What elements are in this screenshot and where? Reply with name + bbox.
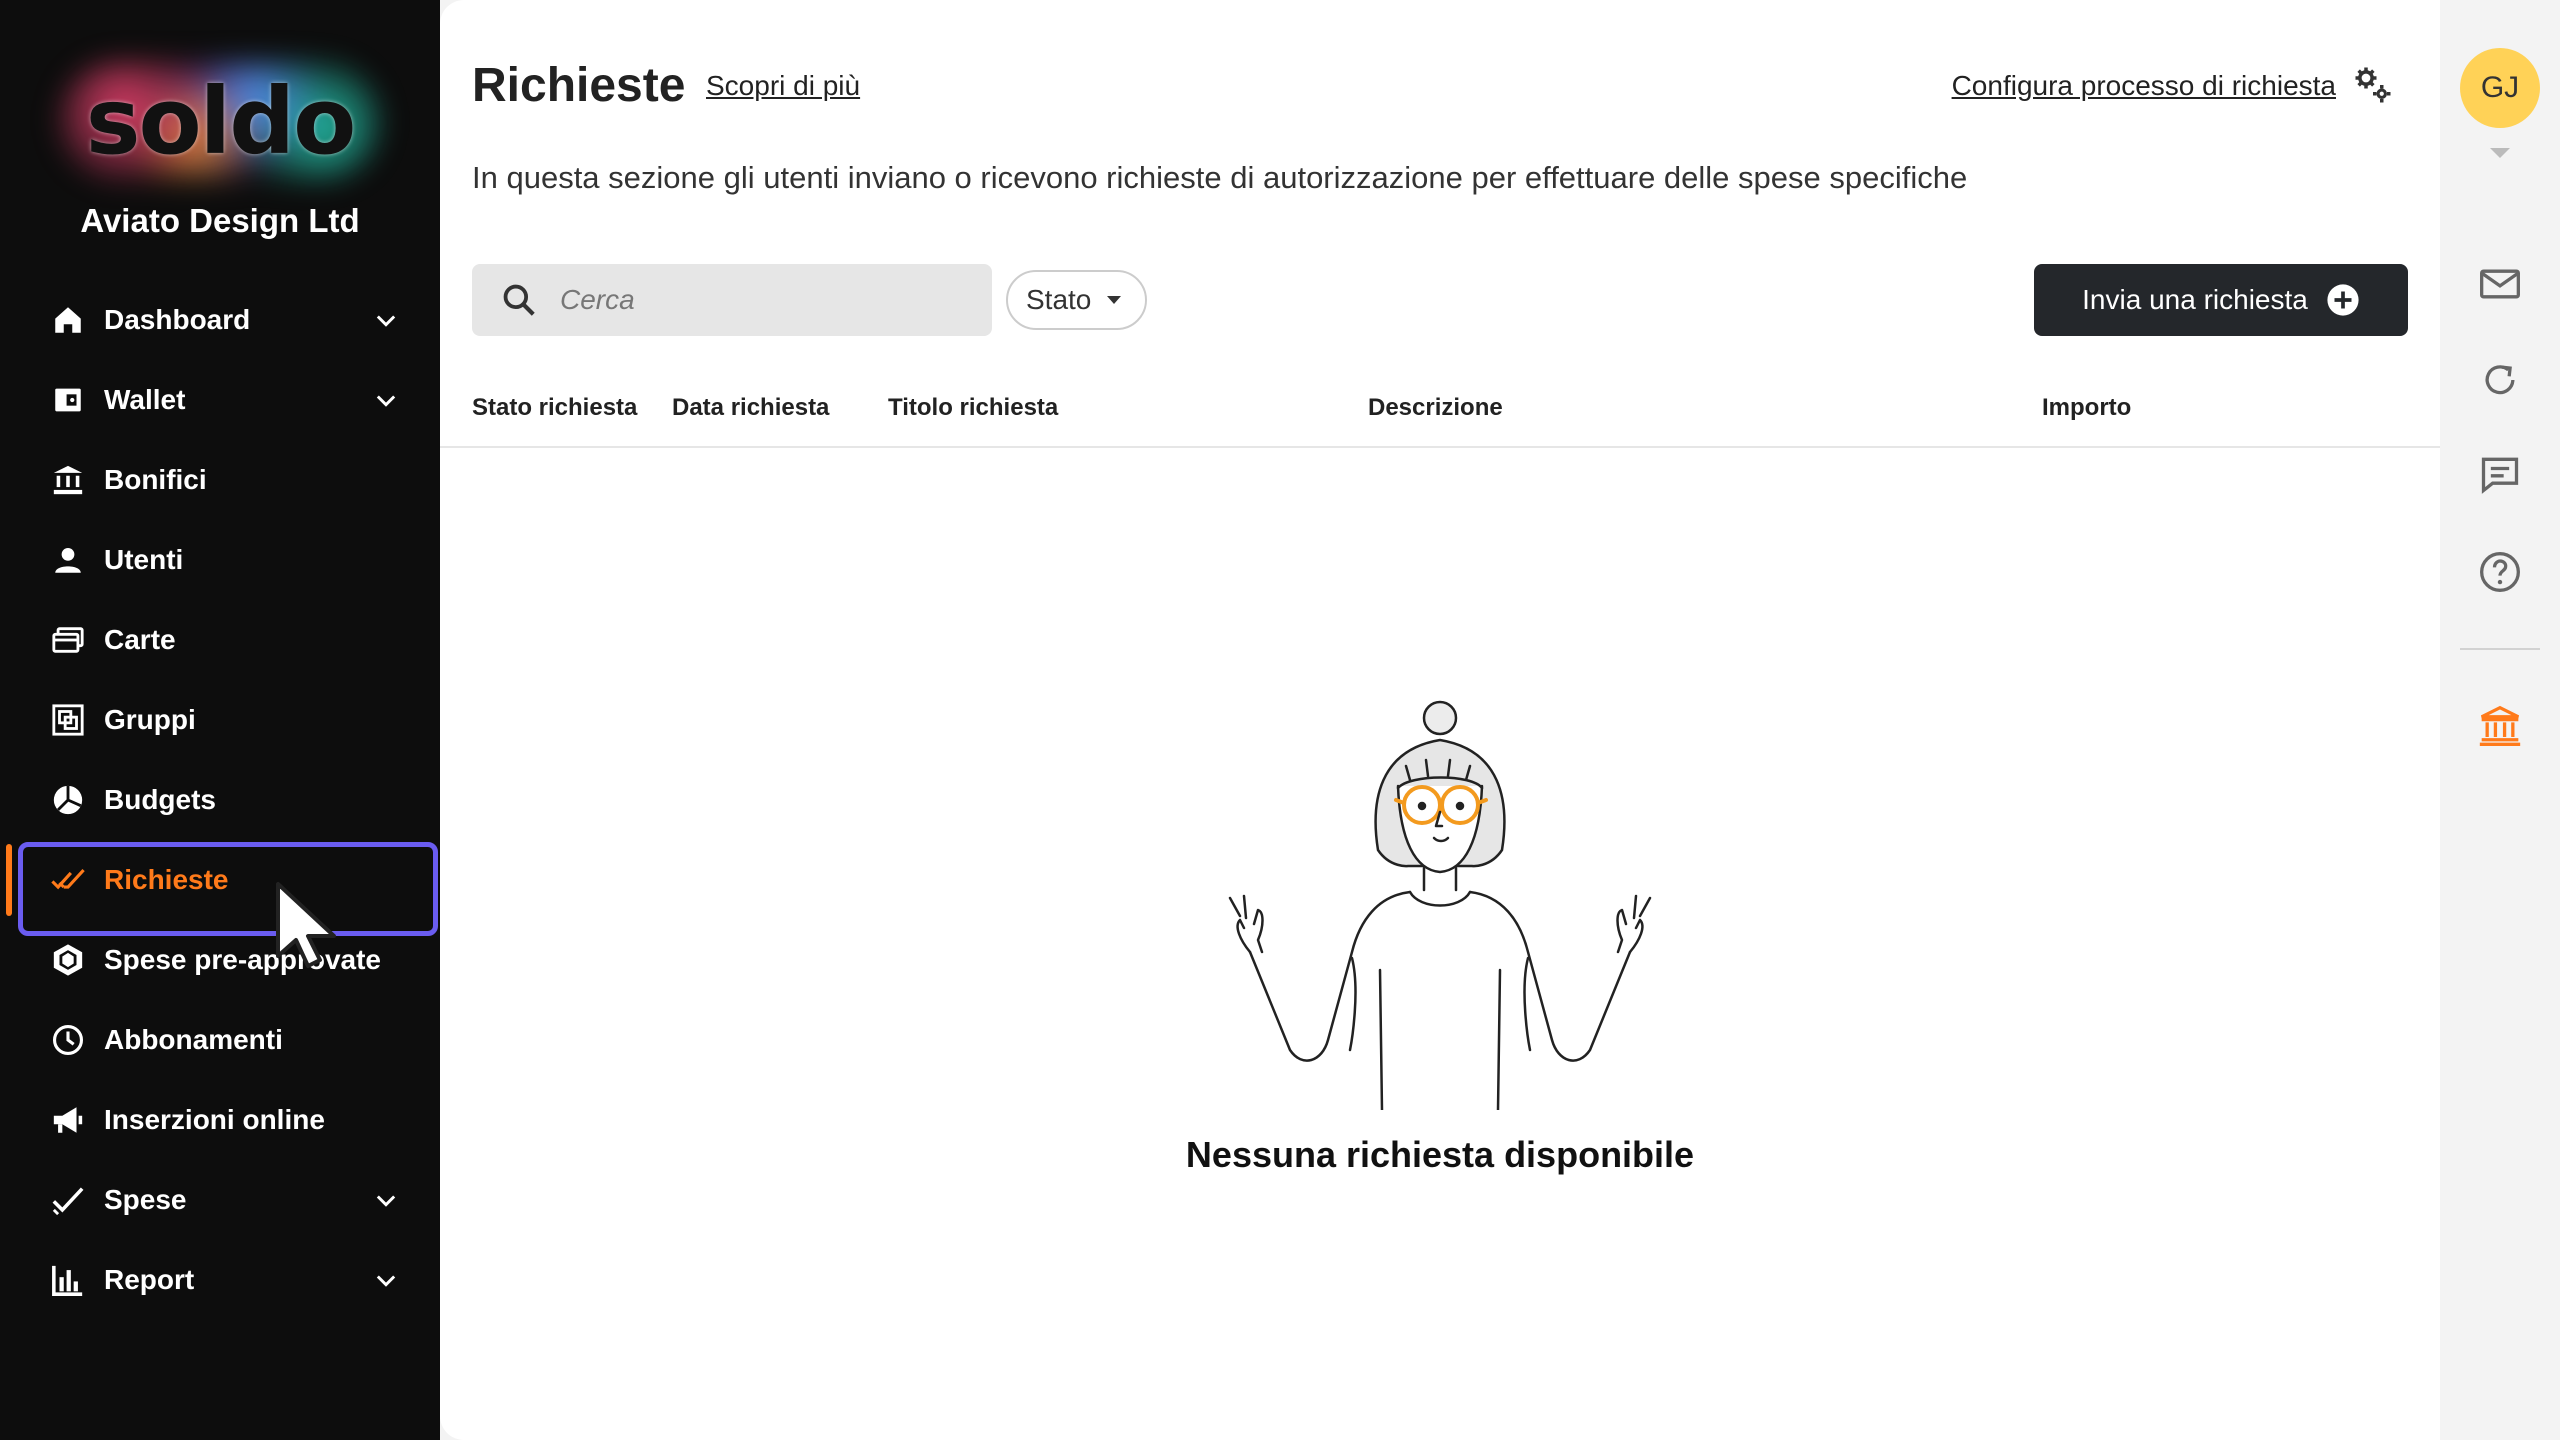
sidebar: soldo Aviato Design Ltd Dashboard Wallet [0,0,440,1440]
sidebar-item-label: Gruppi [104,704,196,735]
sidebar-item-bonifici[interactable]: Bonifici [0,440,440,520]
sidebar-item-carte[interactable]: Carte [0,600,440,680]
sidebar-item-label: Abbonamenti [104,1024,283,1055]
empty-state-illustration [1228,700,1652,1110]
cards-icon [50,622,86,658]
sidebar-item-spese[interactable]: Spese [0,1160,440,1240]
sidebar-item-label: Inserzioni online [104,1104,325,1135]
search-input[interactable] [560,284,980,316]
bank-transfer-icon [50,462,86,498]
avatar[interactable]: GJ [2460,48,2540,128]
sidebar-item-label: Carte [104,624,176,655]
send-request-label: Invia una richiesta [2082,284,2308,315]
sidebar-item-report[interactable]: Report [0,1240,440,1320]
bank-icon[interactable] [2478,704,2522,748]
refresh-icon[interactable] [2478,358,2522,402]
pie-chart-icon [50,782,86,818]
column-header-amount[interactable]: Importo [2042,394,2131,422]
search-box[interactable] [472,264,992,336]
column-header-title[interactable]: Titolo richiesta [888,394,1058,422]
sidebar-item-label: Budgets [104,784,216,815]
sidebar-item-gruppi[interactable]: Gruppi [0,680,440,760]
sidebar-item-label: Wallet [104,384,186,415]
app-root: soldo Aviato Design Ltd Dashboard Wallet [0,0,2560,1440]
sidebar-item-label: Dashboard [104,304,251,335]
wallet-icon [50,382,86,418]
caret-down-icon[interactable] [2490,148,2510,158]
clock-icon [50,1022,86,1058]
sidebar-item-wallet[interactable]: Wallet [0,360,440,440]
sidebar-item-richieste[interactable]: Richieste [0,840,440,936]
sidebar-item-label: Richieste [104,864,229,895]
sidebar-item-label: Bonifici [104,464,207,495]
sidebar-item-label: Spese [104,1184,187,1215]
hexagon-icon [50,942,86,978]
mail-icon[interactable] [2478,262,2522,306]
mouse-cursor-icon [276,882,336,968]
sidebar-item-label: Utenti [104,544,184,575]
sidebar-item-dashboard[interactable]: Dashboard [0,280,440,360]
sidebar-item-budgets[interactable]: Budgets [0,760,440,840]
page-description: In questa sezione gli utenti inviano o r… [472,160,1968,195]
double-check-icon [50,862,86,898]
bar-chart-icon [50,1262,86,1298]
search-icon [503,284,535,316]
empty-state-message: Nessuna richiesta disponibile [1185,1134,1695,1175]
soldo-logo[interactable]: soldo [60,62,380,180]
sidebar-item-spese-pre-approvate[interactable]: Spese pre-approvate [0,920,440,1000]
megaphone-icon [50,1102,86,1138]
groups-icon [50,702,86,738]
sidebar-nav: Dashboard Wallet Bonifici Utenti Carte G… [0,280,440,1320]
sidebar-item-utenti[interactable]: Utenti [0,520,440,600]
status-filter-label: Stato [1026,284,1092,315]
column-header-status[interactable]: Stato richiesta [472,394,637,422]
user-icon [50,542,86,578]
configure-process-link[interactable]: Configura processo di richiesta [1952,70,2336,102]
logo-text: soldo [85,67,357,175]
help-icon[interactable] [2478,550,2522,594]
sidebar-item-abbonamenti[interactable]: Abbonamenti [0,1000,440,1080]
learn-more-link[interactable]: Scopri di più [706,70,860,102]
company-name: Aviato Design Ltd [80,202,360,239]
send-request-button[interactable]: Invia una richiesta [2034,264,2408,336]
rail-divider [2460,648,2540,650]
sidebar-item-label: Report [104,1264,195,1295]
chevron-down-icon[interactable] [372,386,400,414]
plus-circle-icon [2327,284,2359,316]
page-title: Richieste [472,59,686,112]
right-rail: GJ [2440,0,2560,1440]
column-header-description[interactable]: Descrizione [1368,394,1503,422]
main-panel: Richieste Scopri di più Configura proces… [440,0,2440,1440]
chat-icon[interactable] [2478,452,2522,496]
check-icon [50,1182,86,1218]
caret-down-icon [1107,296,1122,304]
status-filter-dropdown[interactable]: Stato [1006,270,1148,330]
sidebar-item-inserzioni-online[interactable]: Inserzioni online [0,1080,440,1160]
chevron-down-icon[interactable] [372,306,400,334]
chevron-down-icon[interactable] [372,1266,400,1294]
table-header: Stato richiesta Data richiesta Titolo ri… [440,380,2440,448]
gears-icon[interactable] [2352,64,2394,106]
chevron-down-icon[interactable] [372,1186,400,1214]
home-icon [50,302,86,338]
column-header-date[interactable]: Data richiesta [672,394,829,422]
